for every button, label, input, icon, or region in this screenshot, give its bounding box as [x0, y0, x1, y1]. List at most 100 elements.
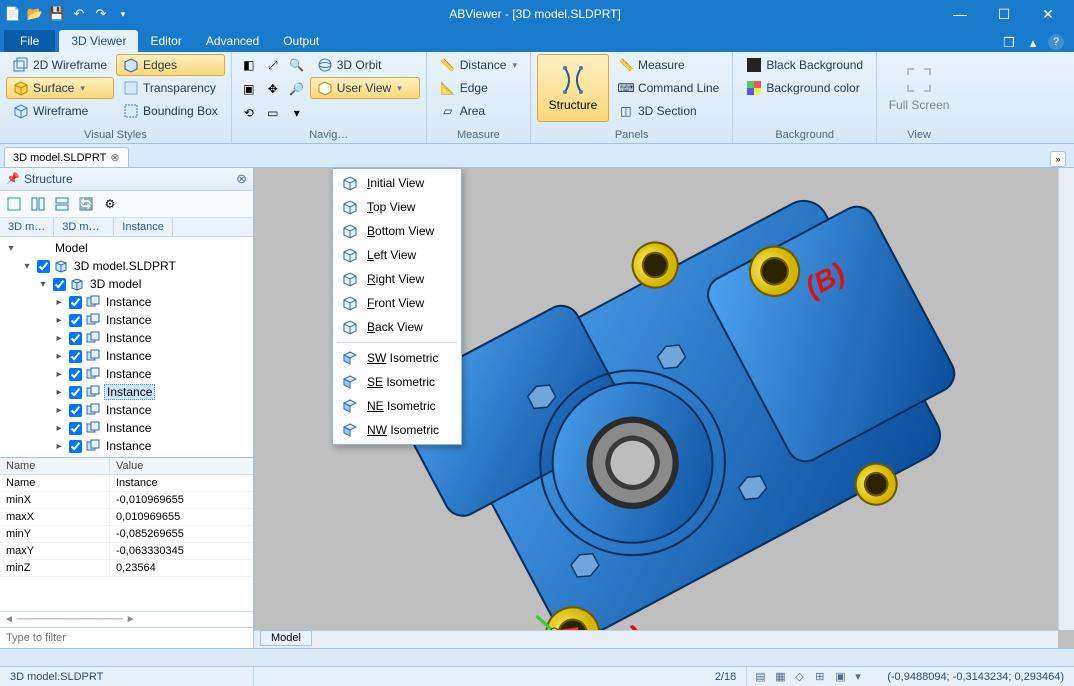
- tree-checkbox[interactable]: [69, 314, 82, 327]
- edge-button[interactable]: 📐Edge: [433, 77, 524, 99]
- tab-3d-viewer[interactable]: 3D Viewer: [59, 30, 138, 52]
- tree-checkbox[interactable]: [69, 386, 82, 399]
- collapse-ribbon-icon[interactable]: ▴: [1024, 34, 1042, 52]
- cascade-icon[interactable]: ❐: [1000, 34, 1018, 52]
- edges-button[interactable]: Edges: [116, 54, 225, 76]
- menu-item[interactable]: SE Isometric: [335, 370, 459, 394]
- command-line-button[interactable]: ⌨Command Line: [611, 77, 726, 99]
- nav-pan-icon[interactable]: ✥: [262, 78, 284, 100]
- transparency-button[interactable]: Transparency: [116, 77, 225, 99]
- menu-item[interactable]: Top View: [335, 195, 459, 219]
- tree-twisty-icon[interactable]: ▸: [52, 405, 66, 416]
- nav-more-icon[interactable]: ▾: [286, 102, 308, 124]
- full-screen-button[interactable]: Full Screen: [883, 54, 955, 122]
- tb-single-icon[interactable]: [4, 194, 24, 214]
- tab-editor[interactable]: Editor: [138, 30, 193, 52]
- tree-twisty-icon[interactable]: ▸: [52, 351, 66, 362]
- nav-zoom-extents-icon[interactable]: ⤢: [262, 54, 284, 76]
- orbit-button[interactable]: 3D Orbit: [310, 54, 420, 76]
- bounding-box-button[interactable]: Bounding Box: [116, 100, 225, 122]
- black-background-button[interactable]: Black Background: [739, 54, 870, 76]
- status-ortho-icon[interactable]: ⊞: [815, 670, 829, 684]
- wireframe-2d-button[interactable]: 2D Wireframe: [6, 54, 114, 76]
- tree-row[interactable]: ▸Instance: [0, 347, 253, 365]
- menu-item[interactable]: Bottom View: [335, 219, 459, 243]
- tree-twisty-icon[interactable]: ▾: [4, 243, 18, 254]
- tree-row[interactable]: ▾Model: [0, 239, 253, 257]
- menu-item[interactable]: NW Isometric: [335, 418, 459, 442]
- status-snap-icon[interactable]: ◇: [795, 670, 809, 684]
- wireframe-button[interactable]: Wireframe: [6, 100, 114, 122]
- filter-input[interactable]: [0, 628, 253, 648]
- menu-item[interactable]: Front View: [335, 291, 459, 315]
- area-button[interactable]: ▱Area: [433, 100, 524, 122]
- menu-item[interactable]: Back View: [335, 315, 459, 339]
- maximize-button[interactable]: ☐: [982, 0, 1026, 28]
- tree-checkbox[interactable]: [37, 260, 50, 273]
- tree-checkbox[interactable]: [69, 332, 82, 345]
- tree-checkbox[interactable]: [53, 278, 66, 291]
- tree-twisty-icon[interactable]: ▸: [52, 441, 66, 452]
- qat-dropdown-icon[interactable]: ▾: [114, 5, 132, 23]
- menu-item[interactable]: SW Isometric: [335, 346, 459, 370]
- tree-row[interactable]: ▸Instance: [0, 293, 253, 311]
- subtab-2[interactable]: Instance: [114, 218, 173, 236]
- viewport-model-chip[interactable]: Model: [260, 630, 312, 646]
- properties-scroll[interactable]: ◄ ─────────────── ►: [0, 611, 253, 627]
- background-color-button[interactable]: Background color: [739, 77, 870, 99]
- tab-output[interactable]: Output: [271, 30, 331, 52]
- tb-split-icon[interactable]: [28, 194, 48, 214]
- menu-item[interactable]: Initial View: [335, 171, 459, 195]
- qat-undo-icon[interactable]: ↶: [70, 5, 88, 23]
- pin-icon[interactable]: 📌: [6, 172, 20, 186]
- nav-rotate-icon[interactable]: ⟲: [238, 102, 260, 124]
- structure-panel-button[interactable]: Structure: [537, 54, 609, 122]
- nav-fit-icon[interactable]: ▣: [238, 78, 260, 100]
- nav-zoom-out-icon[interactable]: 🔎: [286, 78, 308, 100]
- tree-twisty-icon[interactable]: ▸: [52, 387, 66, 398]
- qat-open-icon[interactable]: 📂: [26, 5, 44, 23]
- nav-zoom-window-icon[interactable]: ◧: [238, 54, 260, 76]
- tree-checkbox[interactable]: [69, 350, 82, 363]
- tb-refresh-icon[interactable]: 🔄: [76, 194, 96, 214]
- tree-twisty-icon[interactable]: ▸: [52, 369, 66, 380]
- tree-checkbox[interactable]: [69, 404, 82, 417]
- status-dropdown-icon[interactable]: ▾: [855, 670, 869, 684]
- tab-overflow-icon[interactable]: »: [1050, 151, 1066, 167]
- tree-row[interactable]: ▾3D model: [0, 275, 253, 293]
- qat-redo-icon[interactable]: ↷: [92, 5, 110, 23]
- tree-row[interactable]: ▸Instance: [0, 311, 253, 329]
- menu-item[interactable]: Right View: [335, 267, 459, 291]
- tree-twisty-icon[interactable]: ▸: [52, 315, 66, 326]
- viewport-hscrollbar[interactable]: [254, 630, 1058, 648]
- tab-file[interactable]: File: [4, 30, 55, 52]
- status-lock-icon[interactable]: ▣: [835, 670, 849, 684]
- menu-item[interactable]: Left View: [335, 243, 459, 267]
- viewport-vscrollbar[interactable]: [1058, 168, 1074, 630]
- subtab-1[interactable]: 3D mo…: [54, 218, 114, 236]
- tree-twisty-icon[interactable]: ▾: [36, 279, 50, 290]
- tree-checkbox[interactable]: [69, 422, 82, 435]
- close-button[interactable]: ✕: [1026, 0, 1070, 28]
- status-layers-icon[interactable]: ▤: [755, 670, 769, 684]
- tree-row[interactable]: ▸Instance: [0, 365, 253, 383]
- qat-save-icon[interactable]: 💾: [48, 5, 66, 23]
- help-icon[interactable]: ?: [1048, 34, 1064, 50]
- tb-props-icon[interactable]: [52, 194, 72, 214]
- status-grid-icon[interactable]: ▦: [775, 670, 789, 684]
- measure-panel-button[interactable]: 📏Measure: [611, 54, 726, 76]
- distance-button[interactable]: 📏Distance: [433, 54, 524, 76]
- tree-twisty-icon[interactable]: ▸: [52, 423, 66, 434]
- subtab-0[interactable]: 3D m…: [0, 218, 54, 236]
- document-tab[interactable]: 3D model.SLDPRT ⊗: [4, 147, 129, 167]
- nav-zoom-in-icon[interactable]: 🔍: [286, 54, 308, 76]
- user-view-button[interactable]: User View: [310, 77, 420, 99]
- tree-row[interactable]: ▸Instance: [0, 383, 253, 401]
- nav-select-icon[interactable]: ▭: [262, 102, 284, 124]
- tree-row[interactable]: ▸Instance: [0, 401, 253, 419]
- tb-gear-icon[interactable]: ⚙: [100, 194, 120, 214]
- tree-twisty-icon[interactable]: ▸: [52, 297, 66, 308]
- tree-row[interactable]: ▸Instance: [0, 329, 253, 347]
- menu-item[interactable]: NE Isometric: [335, 394, 459, 418]
- tree-row[interactable]: ▸Instance: [0, 437, 253, 455]
